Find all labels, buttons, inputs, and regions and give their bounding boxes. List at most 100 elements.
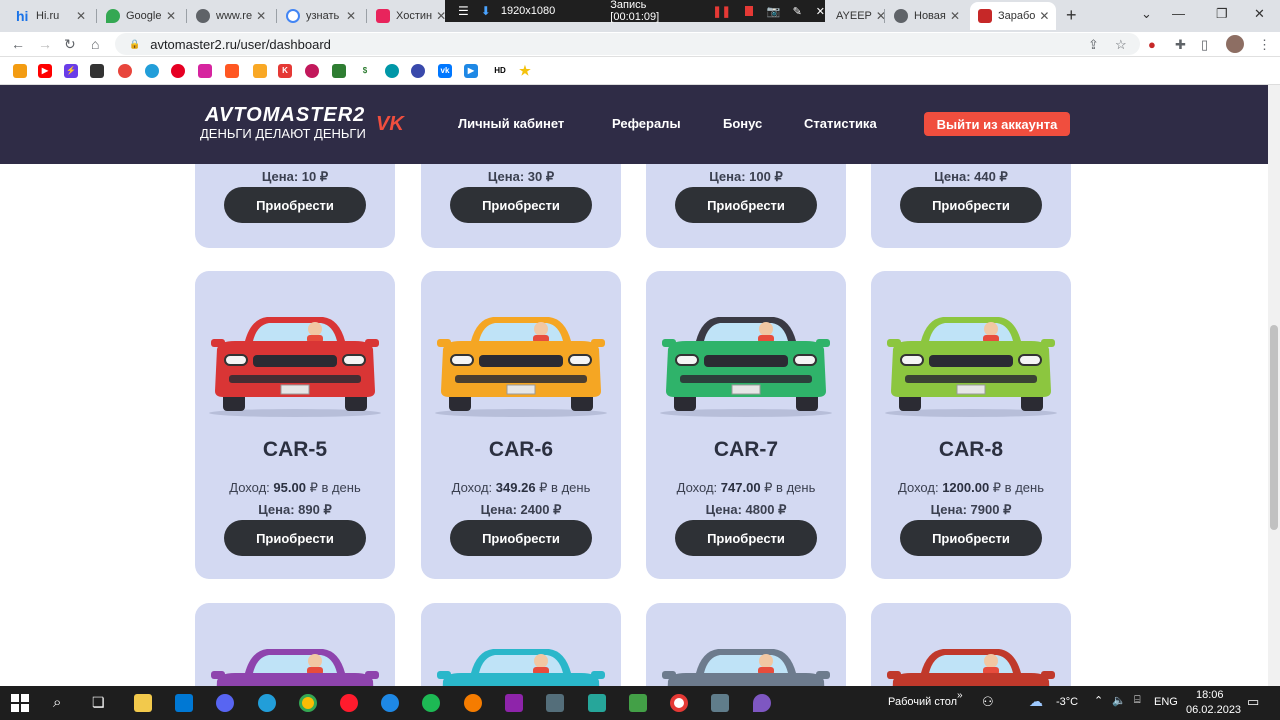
pinterest-icon[interactable] (171, 64, 185, 78)
office-icon[interactable] (225, 64, 239, 78)
chevron-icon[interactable]: » (957, 690, 963, 701)
nav-statistics[interactable]: Статистика (804, 116, 877, 131)
vk-icon[interactable]: VK (376, 111, 406, 133)
tab-www[interactable]: www.re ✕ (188, 2, 274, 30)
nav-dashboard[interactable]: Личный кабинет (458, 116, 564, 131)
bookmark-icon[interactable] (411, 64, 425, 78)
desktop-label[interactable]: Рабочий стол (888, 696, 957, 708)
app-icon[interactable] (753, 694, 771, 712)
buy-button[interactable]: Приобрести (675, 520, 817, 556)
lock-icon[interactable]: 🔒 (129, 39, 140, 50)
edge-icon[interactable] (381, 694, 399, 712)
bookmark-icon[interactable] (305, 64, 319, 78)
minimize-icon[interactable]: — (1172, 6, 1185, 21)
bookmark-icon[interactable] (332, 64, 346, 78)
share-icon[interactable]: ⇪ (1088, 37, 1099, 53)
telegram-icon[interactable] (145, 64, 159, 78)
people-icon[interactable]: ⚇ (982, 694, 994, 710)
close-icon[interactable]: ✕ (946, 9, 960, 23)
forward-arrow-icon[interactable]: → (38, 36, 52, 52)
star-icon[interactable]: ★ (518, 64, 532, 78)
clock-date[interactable]: 06.02.2023 (1186, 704, 1241, 716)
download-icon[interactable]: ⬇ (481, 4, 491, 18)
profile-avatar[interactable] (1226, 35, 1244, 53)
dollar-icon[interactable]: $ (358, 64, 372, 78)
url-field[interactable]: 🔒 avtomaster2.ru/user/dashboard (115, 33, 1140, 55)
app-icon[interactable] (629, 694, 647, 712)
winrar-icon[interactable] (505, 694, 523, 712)
site-logo-title[interactable]: AVTOMASTER2 (205, 104, 365, 127)
temperature[interactable]: -3°C (1056, 696, 1078, 708)
tab-new[interactable]: Новая ✕ (886, 2, 968, 30)
nav-referrals[interactable]: Рефералы (612, 116, 681, 131)
close-recorder-icon[interactable]: ✕ (816, 5, 825, 18)
tab-google[interactable]: Google ✕ (98, 2, 184, 30)
instagram-icon[interactable] (198, 64, 212, 78)
opera-icon[interactable] (340, 694, 358, 712)
chrome-icon[interactable] (299, 694, 317, 712)
pen-icon[interactable]: ✎ (793, 5, 802, 18)
k-icon[interactable]: K (278, 64, 292, 78)
close-icon[interactable]: ✕ (342, 9, 356, 23)
tab-active-earn[interactable]: Зарабо ✕ (970, 2, 1056, 30)
network-icon[interactable]: ⌸ (1134, 694, 1141, 707)
logout-button[interactable]: Выйти из аккаунта (924, 112, 1070, 136)
buy-button[interactable]: Приобрести (900, 187, 1042, 223)
telegram-icon[interactable] (258, 694, 276, 712)
buy-button[interactable]: Приобрести (450, 520, 592, 556)
tab-hosting[interactable]: Хостин ✕ (368, 2, 446, 30)
vk-icon[interactable]: vk (438, 64, 452, 78)
app-icon[interactable] (588, 694, 606, 712)
record-icon[interactable] (670, 694, 688, 712)
close-icon[interactable]: ✕ (1035, 9, 1049, 23)
clock-time[interactable]: 18:06 (1196, 689, 1224, 701)
buy-button[interactable]: Приобрести (450, 187, 592, 223)
youtube-icon[interactable]: ▶ (38, 64, 52, 78)
calculator-icon[interactable] (546, 694, 564, 712)
close-icon[interactable]: ✕ (72, 9, 86, 23)
language-indicator[interactable]: ENG (1154, 696, 1178, 708)
tab-search[interactable]: узнать ✕ (278, 2, 364, 30)
store-icon[interactable] (175, 694, 193, 712)
buy-button[interactable]: Приобрести (675, 187, 817, 223)
bookmark-icon[interactable] (385, 64, 399, 78)
app-icon[interactable] (711, 694, 729, 712)
buy-button[interactable]: Приобрести (900, 520, 1042, 556)
buy-button[interactable]: Приобрести (224, 520, 366, 556)
pause-icon[interactable]: ❚❚ (712, 5, 730, 18)
tab-hi-ru[interactable]: hi Hi.ru ✕ (8, 2, 94, 30)
app-icon[interactable] (464, 694, 482, 712)
reload-icon[interactable]: ↻ (64, 36, 76, 53)
extensions-puzzle-icon[interactable]: ✚ (1175, 37, 1186, 53)
hd-bookmark[interactable]: HD (490, 64, 510, 78)
new-tab-plus-icon[interactable]: + (1066, 5, 1077, 26)
scrollbar-thumb[interactable] (1270, 325, 1278, 530)
close-icon[interactable]: ✕ (162, 9, 176, 23)
discord-icon[interactable] (216, 694, 234, 712)
windows-start-icon[interactable] (11, 694, 29, 712)
tray-chevron-icon[interactable]: ⌃ (1094, 694, 1103, 707)
spotify-icon[interactable] (422, 694, 440, 712)
camera-icon[interactable]: 📷 (767, 5, 781, 18)
bookmark-star-icon[interactable]: ☆ (1115, 37, 1127, 53)
close-icon[interactable]: ✕ (432, 9, 446, 23)
tab-ayeep[interactable]: AYEEP ✕ (828, 2, 886, 30)
file-explorer-icon[interactable] (134, 694, 152, 712)
bookmark-icon[interactable] (118, 64, 132, 78)
nav-bonus[interactable]: Бонус (723, 116, 762, 131)
volume-icon[interactable]: 🔈 (1112, 694, 1126, 707)
task-view-icon[interactable]: ❏ (92, 694, 110, 712)
menu-icon[interactable]: ☰ (458, 4, 469, 18)
close-icon[interactable]: ✕ (252, 9, 266, 23)
weather-icon[interactable]: ☁ (1029, 693, 1043, 710)
lightning-icon[interactable]: ⚡ (64, 64, 78, 78)
play-icon[interactable]: ▶ (464, 64, 478, 78)
tab-search-chevron-icon[interactable]: ⌄ (1141, 6, 1152, 22)
notification-icon[interactable]: ▭ (1247, 694, 1259, 710)
kebab-menu-icon[interactable]: ⋮ (1258, 37, 1271, 53)
sidebar-icon[interactable]: ▯ (1201, 37, 1208, 53)
bookmark-icon[interactable] (253, 64, 267, 78)
window-close-icon[interactable]: ✕ (1254, 6, 1265, 22)
extension-badge-icon[interactable]: ● (1148, 37, 1156, 52)
buy-button[interactable]: Приобрести (224, 187, 366, 223)
